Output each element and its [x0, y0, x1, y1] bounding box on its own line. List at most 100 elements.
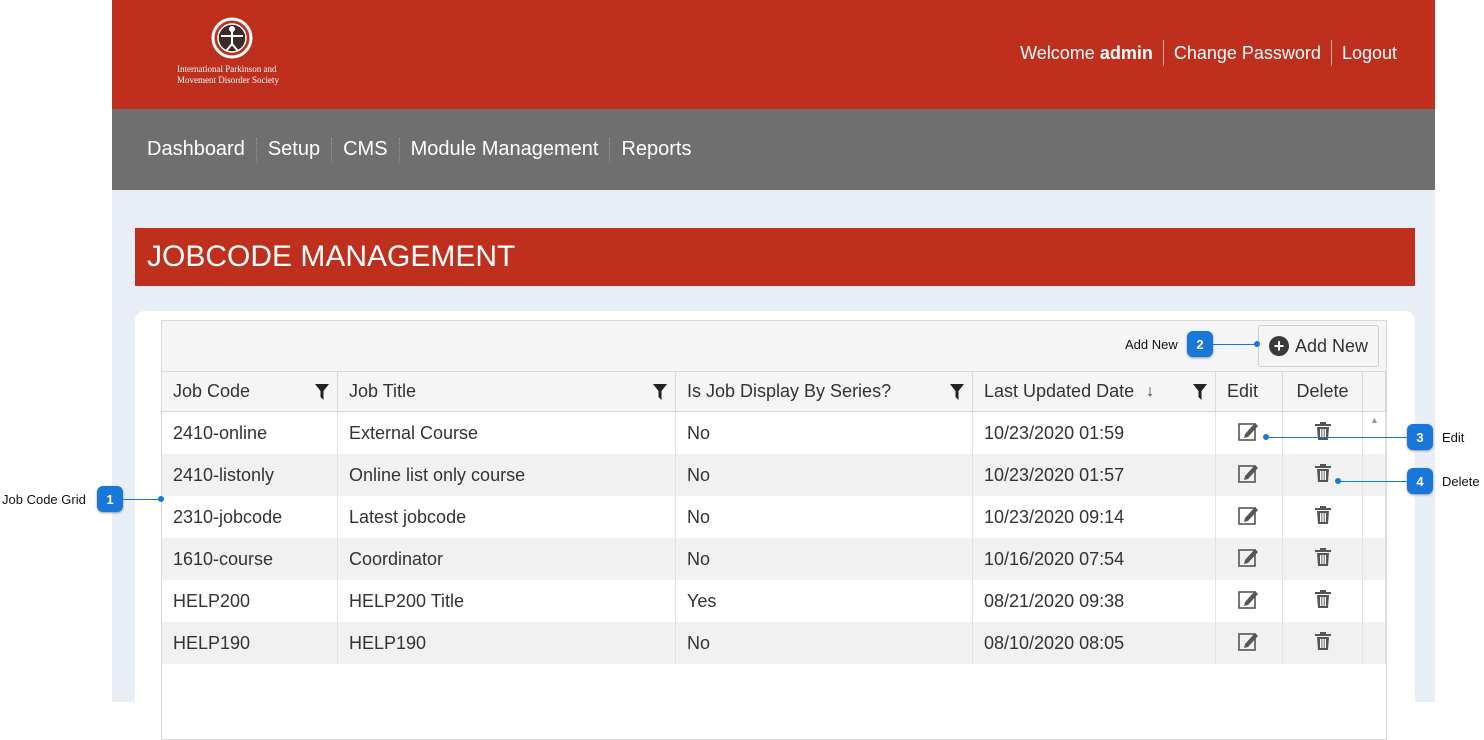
scroll-up-arrow[interactable]: ▲: [1370, 415, 1379, 425]
cell-job-code: 2410-online: [162, 412, 338, 454]
cell-job-title: HELP200 Title: [338, 580, 676, 622]
column-header-job-title[interactable]: Job Title: [338, 372, 676, 411]
cell-job-title: HELP190: [338, 622, 676, 664]
edit-pencil-icon: [1238, 588, 1260, 615]
column-header-display-by-series[interactable]: Is Job Display By Series?: [676, 372, 973, 411]
callout-label-delete: Delete: [1442, 474, 1480, 489]
sort-descending-icon: ↓: [1146, 382, 1155, 400]
filter-icon[interactable]: [950, 384, 964, 400]
society-name: International Parkinson and Movement Dis…: [172, 64, 292, 86]
column-label: Edit: [1227, 381, 1259, 401]
edit-pencil-icon: [1238, 630, 1260, 657]
logout-link[interactable]: Logout: [1342, 43, 1397, 64]
user-links: Welcome admin Change Password Logout: [1020, 40, 1397, 66]
callout-dot: [158, 496, 164, 502]
column-label: Delete: [1296, 381, 1349, 401]
callout-badge-3: 3: [1407, 424, 1433, 450]
nav-reports[interactable]: Reports: [610, 138, 702, 161]
scrollbar-track[interactable]: [1363, 454, 1386, 496]
cell-last-updated: 10/23/2020 01:57: [973, 454, 1216, 496]
delete-button[interactable]: [1283, 622, 1363, 664]
cell-display-by-series: Yes: [676, 580, 973, 622]
table-row[interactable]: 2410-online External Course No 10/23/2020 0…: [162, 412, 1386, 454]
edit-pencil-icon: [1238, 420, 1260, 447]
nav-dashboard[interactable]: Dashboard: [136, 138, 256, 161]
cell-display-by-series: No: [676, 622, 973, 664]
delete-button[interactable]: [1283, 538, 1363, 580]
app-frame: International Parkinson and Movement Dis…: [112, 0, 1435, 740]
edit-button[interactable]: [1216, 622, 1283, 664]
table-row[interactable]: HELP200 HELP200 Title Yes 08/21/2020 09:38: [162, 580, 1386, 622]
column-header-last-updated[interactable]: Last Updated Date ↓: [973, 372, 1216, 411]
trash-icon: [1313, 547, 1333, 572]
job-code-grid: + Add New Job Code Job Title Is Job Disp…: [161, 320, 1387, 740]
cell-job-code: HELP190: [162, 622, 338, 664]
nav-cms[interactable]: CMS: [332, 138, 398, 161]
cell-job-title: Online list only course: [338, 454, 676, 496]
society-name-line2: Movement Disorder Society: [177, 75, 279, 85]
callout-dot: [1263, 434, 1269, 440]
filter-icon[interactable]: [315, 384, 329, 400]
table-row[interactable]: HELP190 HELP190 No 08/10/2020 08:05: [162, 622, 1386, 664]
main-nav: Dashboard Setup CMS Module Management Re…: [112, 109, 1435, 190]
edit-button[interactable]: [1216, 496, 1283, 538]
trash-icon: [1313, 463, 1333, 488]
scrollbar-track[interactable]: [1363, 622, 1386, 664]
callout-badge-4: 4: [1407, 468, 1433, 494]
cell-display-by-series: No: [676, 412, 973, 454]
callout-line: [1266, 437, 1407, 438]
callout-badge-2: 2: [1187, 331, 1213, 357]
edit-button[interactable]: [1216, 454, 1283, 496]
edit-pencil-icon: [1238, 504, 1260, 531]
cell-job-code: 2410-listonly: [162, 454, 338, 496]
table-row[interactable]: 1610-course Coordinator No 10/16/2020 07:54: [162, 538, 1386, 580]
cell-last-updated: 10/23/2020 09:14: [973, 496, 1216, 538]
callout-line: [123, 499, 161, 500]
cell-display-by-series: No: [676, 496, 973, 538]
edit-pencil-icon: [1238, 462, 1260, 489]
trash-icon: [1313, 631, 1333, 656]
edit-button[interactable]: [1216, 580, 1283, 622]
callout-badge-1: 1: [97, 486, 123, 512]
trash-icon: [1313, 421, 1333, 446]
cell-last-updated: 08/21/2020 09:38: [973, 580, 1216, 622]
change-password-link[interactable]: Change Password: [1174, 43, 1321, 64]
filter-icon[interactable]: [1193, 384, 1207, 400]
column-label: Last Updated Date: [984, 381, 1135, 401]
scrollbar-track[interactable]: [1363, 580, 1386, 622]
scrollbar-track[interactable]: [1363, 496, 1386, 538]
callout-label-edit: Edit: [1442, 430, 1465, 445]
page-title: JOBCODE MANAGEMENT: [135, 228, 1415, 286]
column-header-edit: Edit: [1216, 372, 1283, 411]
edit-button[interactable]: [1216, 538, 1283, 580]
nav-module-management[interactable]: Module Management: [400, 138, 610, 161]
callout-dot: [1335, 478, 1341, 484]
column-header-job-code[interactable]: Job Code: [162, 372, 338, 411]
edit-button[interactable]: [1216, 412, 1283, 454]
column-label: Is Job Display By Series?: [687, 381, 892, 401]
header-bar: International Parkinson and Movement Dis…: [112, 0, 1435, 109]
callout-label-job-code-grid: Job Code Grid: [2, 492, 86, 507]
delete-button[interactable]: [1283, 580, 1363, 622]
trash-icon: [1313, 505, 1333, 530]
divider: [1162, 40, 1164, 66]
filter-icon[interactable]: [653, 384, 667, 400]
delete-button[interactable]: [1283, 412, 1363, 454]
add-new-button[interactable]: + Add New: [1257, 325, 1379, 367]
plus-circle-icon: +: [1268, 336, 1289, 356]
delete-button[interactable]: [1283, 496, 1363, 538]
cell-last-updated: 10/16/2020 07:54: [973, 538, 1216, 580]
vitruvian-logo-icon: [211, 17, 253, 59]
table-row[interactable]: 2410-listonly Online list only course No 10…: [162, 454, 1386, 496]
cell-job-code: HELP200: [162, 580, 338, 622]
nav-setup[interactable]: Setup: [257, 138, 331, 161]
add-new-label: Add New: [1294, 335, 1368, 356]
callout-line: [1213, 344, 1259, 345]
grid-header: Job Code Job Title Is Job Display By Ser…: [162, 372, 1386, 412]
cell-job-code: 1610-course: [162, 538, 338, 580]
scrollbar-track[interactable]: [1363, 538, 1386, 580]
table-row[interactable]: 2310-jobcode Latest jobcode No 10/23/2020 0…: [162, 496, 1386, 538]
delete-button[interactable]: [1283, 454, 1363, 496]
callout-dot: [1254, 341, 1260, 347]
society-logo[interactable]: International Parkinson and Movement Dis…: [172, 16, 292, 96]
